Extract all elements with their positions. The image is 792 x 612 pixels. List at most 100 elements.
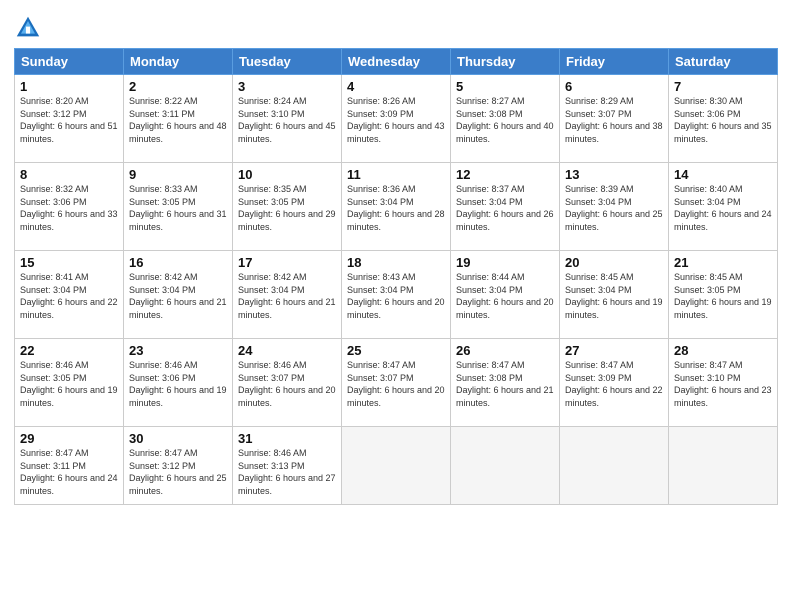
cell-info: Sunrise: 8:45 AMSunset: 3:04 PMDaylight:… [565,272,663,320]
calendar-cell: 5 Sunrise: 8:27 AMSunset: 3:08 PMDayligh… [451,75,560,163]
cell-info: Sunrise: 8:44 AMSunset: 3:04 PMDaylight:… [456,272,554,320]
cell-day-number: 29 [20,431,118,446]
cell-day-number: 27 [565,343,663,358]
cell-info: Sunrise: 8:32 AMSunset: 3:06 PMDaylight:… [20,184,118,232]
calendar-cell: 18 Sunrise: 8:43 AMSunset: 3:04 PMDaylig… [342,251,451,339]
calendar-cell: 9 Sunrise: 8:33 AMSunset: 3:05 PMDayligh… [124,163,233,251]
cell-day-number: 19 [456,255,554,270]
cell-day-number: 12 [456,167,554,182]
cell-info: Sunrise: 8:47 AMSunset: 3:10 PMDaylight:… [674,360,772,408]
calendar-cell: 26 Sunrise: 8:47 AMSunset: 3:08 PMDaylig… [451,339,560,427]
calendar-cell: 8 Sunrise: 8:32 AMSunset: 3:06 PMDayligh… [15,163,124,251]
calendar-cell: 21 Sunrise: 8:45 AMSunset: 3:05 PMDaylig… [669,251,778,339]
calendar-cell [669,427,778,505]
cell-info: Sunrise: 8:24 AMSunset: 3:10 PMDaylight:… [238,96,336,144]
cell-day-number: 10 [238,167,336,182]
cell-day-number: 3 [238,79,336,94]
cell-info: Sunrise: 8:42 AMSunset: 3:04 PMDaylight:… [129,272,227,320]
calendar-cell: 15 Sunrise: 8:41 AMSunset: 3:04 PMDaylig… [15,251,124,339]
cell-info: Sunrise: 8:27 AMSunset: 3:08 PMDaylight:… [456,96,554,144]
header-day-thursday: Thursday [451,49,560,75]
cell-day-number: 6 [565,79,663,94]
cell-info: Sunrise: 8:47 AMSunset: 3:07 PMDaylight:… [347,360,445,408]
calendar-week-row: 22 Sunrise: 8:46 AMSunset: 3:05 PMDaylig… [15,339,778,427]
cell-day-number: 9 [129,167,227,182]
cell-info: Sunrise: 8:37 AMSunset: 3:04 PMDaylight:… [456,184,554,232]
calendar-cell: 20 Sunrise: 8:45 AMSunset: 3:04 PMDaylig… [560,251,669,339]
calendar-cell: 27 Sunrise: 8:47 AMSunset: 3:09 PMDaylig… [560,339,669,427]
cell-day-number: 21 [674,255,772,270]
cell-info: Sunrise: 8:47 AMSunset: 3:09 PMDaylight:… [565,360,663,408]
cell-day-number: 20 [565,255,663,270]
cell-day-number: 22 [20,343,118,358]
logo [14,14,46,42]
cell-day-number: 31 [238,431,336,446]
cell-info: Sunrise: 8:40 AMSunset: 3:04 PMDaylight:… [674,184,772,232]
header-day-monday: Monday [124,49,233,75]
header-day-saturday: Saturday [669,49,778,75]
cell-info: Sunrise: 8:41 AMSunset: 3:04 PMDaylight:… [20,272,118,320]
cell-day-number: 18 [347,255,445,270]
calendar-cell [342,427,451,505]
calendar-cell: 30 Sunrise: 8:47 AMSunset: 3:12 PMDaylig… [124,427,233,505]
cell-info: Sunrise: 8:35 AMSunset: 3:05 PMDaylight:… [238,184,336,232]
calendar-cell: 19 Sunrise: 8:44 AMSunset: 3:04 PMDaylig… [451,251,560,339]
cell-info: Sunrise: 8:45 AMSunset: 3:05 PMDaylight:… [674,272,772,320]
calendar-cell: 3 Sunrise: 8:24 AMSunset: 3:10 PMDayligh… [233,75,342,163]
cell-day-number: 2 [129,79,227,94]
cell-info: Sunrise: 8:22 AMSunset: 3:11 PMDaylight:… [129,96,227,144]
calendar-week-row: 29 Sunrise: 8:47 AMSunset: 3:11 PMDaylig… [15,427,778,505]
calendar-week-row: 1 Sunrise: 8:20 AMSunset: 3:12 PMDayligh… [15,75,778,163]
header [14,10,778,42]
cell-day-number: 4 [347,79,445,94]
calendar-cell: 16 Sunrise: 8:42 AMSunset: 3:04 PMDaylig… [124,251,233,339]
cell-info: Sunrise: 8:46 AMSunset: 3:13 PMDaylight:… [238,448,336,496]
cell-info: Sunrise: 8:33 AMSunset: 3:05 PMDaylight:… [129,184,227,232]
calendar-cell: 10 Sunrise: 8:35 AMSunset: 3:05 PMDaylig… [233,163,342,251]
calendar-body: 1 Sunrise: 8:20 AMSunset: 3:12 PMDayligh… [15,75,778,505]
header-day-friday: Friday [560,49,669,75]
cell-day-number: 13 [565,167,663,182]
calendar-cell: 31 Sunrise: 8:46 AMSunset: 3:13 PMDaylig… [233,427,342,505]
header-day-tuesday: Tuesday [233,49,342,75]
cell-info: Sunrise: 8:42 AMSunset: 3:04 PMDaylight:… [238,272,336,320]
cell-info: Sunrise: 8:36 AMSunset: 3:04 PMDaylight:… [347,184,445,232]
cell-info: Sunrise: 8:46 AMSunset: 3:07 PMDaylight:… [238,360,336,408]
cell-day-number: 26 [456,343,554,358]
calendar-cell [451,427,560,505]
calendar-cell: 29 Sunrise: 8:47 AMSunset: 3:11 PMDaylig… [15,427,124,505]
cell-day-number: 15 [20,255,118,270]
calendar-week-row: 15 Sunrise: 8:41 AMSunset: 3:04 PMDaylig… [15,251,778,339]
calendar-table: SundayMondayTuesdayWednesdayThursdayFrid… [14,48,778,505]
calendar-cell: 24 Sunrise: 8:46 AMSunset: 3:07 PMDaylig… [233,339,342,427]
calendar-cell: 25 Sunrise: 8:47 AMSunset: 3:07 PMDaylig… [342,339,451,427]
cell-day-number: 28 [674,343,772,358]
calendar-cell: 13 Sunrise: 8:39 AMSunset: 3:04 PMDaylig… [560,163,669,251]
calendar-cell: 4 Sunrise: 8:26 AMSunset: 3:09 PMDayligh… [342,75,451,163]
cell-info: Sunrise: 8:20 AMSunset: 3:12 PMDaylight:… [20,96,118,144]
header-day-wednesday: Wednesday [342,49,451,75]
cell-day-number: 5 [456,79,554,94]
cell-day-number: 1 [20,79,118,94]
cell-info: Sunrise: 8:47 AMSunset: 3:12 PMDaylight:… [129,448,227,496]
calendar-cell: 6 Sunrise: 8:29 AMSunset: 3:07 PMDayligh… [560,75,669,163]
calendar-cell: 14 Sunrise: 8:40 AMSunset: 3:04 PMDaylig… [669,163,778,251]
cell-day-number: 16 [129,255,227,270]
calendar-cell: 1 Sunrise: 8:20 AMSunset: 3:12 PMDayligh… [15,75,124,163]
cell-day-number: 30 [129,431,227,446]
calendar-cell: 2 Sunrise: 8:22 AMSunset: 3:11 PMDayligh… [124,75,233,163]
calendar-cell: 17 Sunrise: 8:42 AMSunset: 3:04 PMDaylig… [233,251,342,339]
cell-info: Sunrise: 8:39 AMSunset: 3:04 PMDaylight:… [565,184,663,232]
cell-day-number: 8 [20,167,118,182]
cell-info: Sunrise: 8:46 AMSunset: 3:06 PMDaylight:… [129,360,227,408]
calendar-cell: 28 Sunrise: 8:47 AMSunset: 3:10 PMDaylig… [669,339,778,427]
cell-day-number: 17 [238,255,336,270]
calendar-cell: 22 Sunrise: 8:46 AMSunset: 3:05 PMDaylig… [15,339,124,427]
cell-day-number: 7 [674,79,772,94]
logo-icon [14,14,42,42]
header-row: SundayMondayTuesdayWednesdayThursdayFrid… [15,49,778,75]
cell-day-number: 11 [347,167,445,182]
calendar-cell: 7 Sunrise: 8:30 AMSunset: 3:06 PMDayligh… [669,75,778,163]
calendar-week-row: 8 Sunrise: 8:32 AMSunset: 3:06 PMDayligh… [15,163,778,251]
cell-day-number: 25 [347,343,445,358]
